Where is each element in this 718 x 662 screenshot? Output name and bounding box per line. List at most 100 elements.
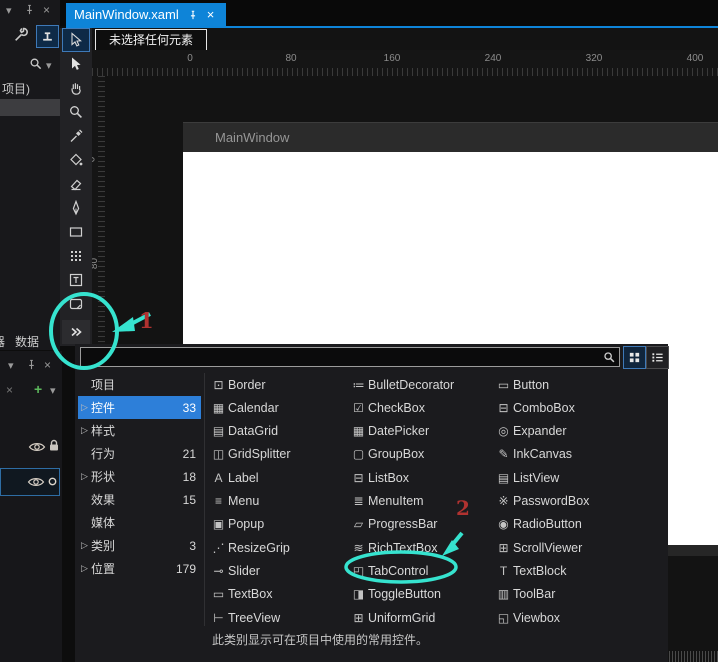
pin-icon[interactable] xyxy=(26,359,37,370)
selected-list-row[interactable] xyxy=(0,99,60,116)
asset-item-datagrid[interactable]: ▤ DataGrid xyxy=(209,420,278,443)
asset-item-label[interactable]: A Label xyxy=(209,466,259,489)
asset-item-groupbox[interactable]: ▢ GroupBox xyxy=(349,443,424,466)
radiobutton-icon: ◉ xyxy=(498,517,509,532)
pan-tool[interactable] xyxy=(62,76,90,100)
panel-dropdown-icon[interactable]: ▾ xyxy=(6,4,12,17)
category-locations[interactable]: ▷ 位置 179 xyxy=(78,557,201,580)
asset-item-expander[interactable]: ◎ Expander xyxy=(494,420,566,443)
asset-item-treeview[interactable]: ⊢ TreeView xyxy=(209,606,280,629)
asset-item-scrollviewer[interactable]: ⊞ ScrollViewer xyxy=(494,536,582,559)
search-icon[interactable] xyxy=(602,350,616,364)
asset-item-combobox[interactable]: ⊟ ComboBox xyxy=(494,396,575,419)
expand-arrow-icon[interactable]: ▷ xyxy=(78,563,91,574)
eraser-tool[interactable] xyxy=(62,172,90,196)
grid-view-button[interactable] xyxy=(623,346,646,369)
asset-item-passwordbox[interactable]: ※ PasswordBox xyxy=(494,490,589,513)
add-dropdown-icon[interactable]: ▾ xyxy=(50,384,56,397)
category-shapes[interactable]: ▷ 形状 18 xyxy=(78,465,201,488)
text-tool[interactable] xyxy=(62,268,90,292)
category-categories[interactable]: ▷ 类别 3 xyxy=(78,534,201,557)
selection-tool[interactable] xyxy=(62,28,90,52)
panel-tab-data[interactable]: 数据 xyxy=(15,333,39,350)
expand-arrow-icon[interactable]: ▷ xyxy=(78,402,91,413)
asset-item-viewbox[interactable]: ◱ Viewbox xyxy=(494,606,560,629)
delete-icon[interactable]: × xyxy=(6,383,13,397)
expand-arrow-icon[interactable]: ▷ xyxy=(78,471,91,482)
popup-status-text: 此类别显示可在项目中使用的常用控件。 xyxy=(212,633,429,647)
asset-item-radiobutton[interactable]: ◉ RadioButton xyxy=(494,513,582,536)
eye-icon[interactable] xyxy=(28,441,46,453)
ruler-ticks xyxy=(98,76,105,346)
list-view-button[interactable] xyxy=(646,346,669,369)
tab-close-icon[interactable]: × xyxy=(207,7,215,22)
category-controls[interactable]: ▷ 控件 33 xyxy=(78,396,201,419)
layout-tool[interactable] xyxy=(62,292,90,316)
expand-arrow-icon[interactable]: ▷ xyxy=(78,425,91,436)
category-list: 项目 ▷ 控件 33 ▷ 样式 行为 21 ▷ 形状 18 效果 15 媒体 ▷ 类别 3 ▷ 位置 179 xyxy=(78,373,201,626)
document-tab[interactable]: MainWindow.xaml × xyxy=(66,3,226,26)
category-behaviors[interactable]: 行为 21 xyxy=(78,442,201,465)
grid-tool[interactable] xyxy=(62,244,90,268)
asset-item-uniformgrid[interactable]: ⊞ UniformGrid xyxy=(349,606,435,629)
pen-tool[interactable] xyxy=(62,196,90,220)
asset-item-tabcontrol[interactable]: ◰ TabControl xyxy=(349,559,429,582)
tab-pin-icon[interactable] xyxy=(188,10,198,20)
asset-item-bulletdecorator[interactable]: ≔ BulletDecorator xyxy=(349,373,455,396)
eye-icon[interactable] xyxy=(27,476,45,488)
snap-tool-button[interactable] xyxy=(36,25,59,48)
asset-item-label: PasswordBox xyxy=(513,494,590,508)
asset-item-label: ComboBox xyxy=(513,400,575,415)
asset-item-popup[interactable]: ▣ Popup xyxy=(209,513,264,536)
panel-tab-partial[interactable]: 器 xyxy=(0,333,5,350)
search-dropdown-icon[interactable]: ▾ xyxy=(46,59,52,72)
add-icon[interactable]: + xyxy=(34,381,42,397)
asset-item-calendar[interactable]: ▦ Calendar xyxy=(209,396,279,419)
asset-item-datepicker[interactable]: ▦ DatePicker xyxy=(349,420,429,443)
textbox-icon: ▭ xyxy=(212,587,225,602)
search-input[interactable] xyxy=(80,347,620,367)
category-effects[interactable]: 效果 15 xyxy=(78,488,201,511)
asset-item-listbox[interactable]: ⊟ ListBox xyxy=(349,466,409,489)
asset-item-richtextbox[interactable]: ≋ RichTextBox xyxy=(349,536,437,559)
asset-item-textblock[interactable]: T TextBlock xyxy=(494,559,567,582)
more-tools-tool[interactable] xyxy=(62,320,90,344)
close-icon[interactable]: × xyxy=(44,358,51,372)
lock-icon[interactable] xyxy=(48,438,60,453)
paint-bucket-tool[interactable] xyxy=(62,148,90,172)
search-icon[interactable] xyxy=(28,56,43,71)
asset-item-label: Label xyxy=(228,470,259,485)
asset-item-progressbar[interactable]: ▱ ProgressBar xyxy=(349,513,438,536)
category-styles[interactable]: ▷ 样式 xyxy=(78,419,201,442)
expand-arrow-icon[interactable]: ▷ xyxy=(78,540,91,551)
asset-item-menuitem[interactable]: ≣ MenuItem xyxy=(349,490,423,513)
asset-item-button[interactable]: ▭ Button xyxy=(494,373,549,396)
asset-item-label: RadioButton xyxy=(513,517,582,532)
circle-icon[interactable] xyxy=(48,477,57,486)
uniformgrid-icon: ⊞ xyxy=(353,610,364,625)
datagrid-icon: ▤ xyxy=(212,424,225,439)
asset-item-checkbox[interactable]: ☑ CheckBox xyxy=(349,396,425,419)
direct-selection-tool[interactable] xyxy=(62,52,90,76)
asset-item-textbox[interactable]: ▭ TextBox xyxy=(209,583,273,606)
wrench-icon[interactable] xyxy=(13,26,30,43)
pin-icon[interactable] xyxy=(24,4,35,15)
eyedropper-tool[interactable] xyxy=(62,124,90,148)
panel-dropdown-icon[interactable]: ▾ xyxy=(8,359,14,372)
asset-item-toolbar[interactable]: ▥ ToolBar xyxy=(494,583,556,606)
asset-item-menu[interactable]: ≡ Menu xyxy=(209,490,259,513)
category-media[interactable]: 媒体 xyxy=(78,511,201,534)
asset-item-border[interactable]: ⊡ Border xyxy=(209,373,265,396)
rectangle-tool[interactable] xyxy=(62,220,90,244)
close-icon[interactable]: × xyxy=(43,3,50,17)
asset-item-togglebutton[interactable]: ◨ ToggleButton xyxy=(349,583,441,606)
assets-popup: 项目 ▷ 控件 33 ▷ 样式 行为 21 ▷ 形状 18 效果 15 媒体 ▷ 类别 3 ▷ 位置 179 ⊡ Bor… xyxy=(75,344,669,662)
asset-item-listview[interactable]: ▤ ListView xyxy=(494,466,560,489)
asset-item-gridsplitter[interactable]: ◫ GridSplitter xyxy=(209,443,291,466)
asset-item-slider[interactable]: ⊸ Slider xyxy=(209,559,260,582)
timeline-selected-row[interactable] xyxy=(0,468,60,496)
zoom-tool[interactable] xyxy=(62,100,90,124)
asset-item-inkcanvas[interactable]: ✎ InkCanvas xyxy=(494,443,572,466)
asset-item-resizegrip[interactable]: ⋰ ResizeGrip xyxy=(209,536,290,559)
category-project[interactable]: 项目 xyxy=(78,373,201,396)
